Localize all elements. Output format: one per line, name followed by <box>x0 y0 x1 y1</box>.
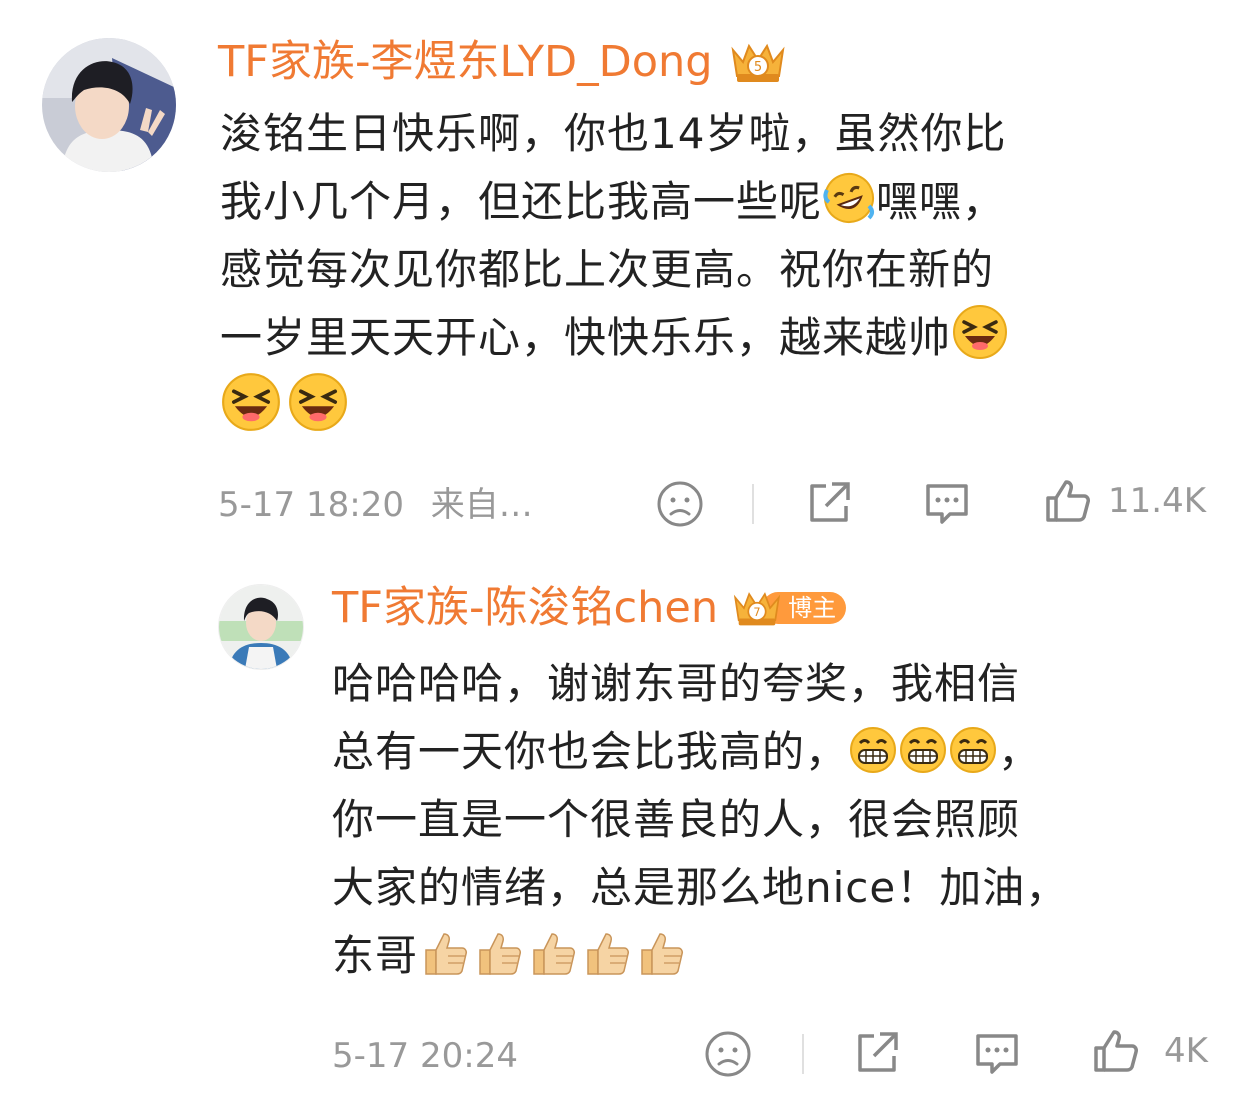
commenter-name[interactable]: TF家族-李煜东LYD_Dong 5 <box>218 36 789 88</box>
action-separator <box>802 1034 804 1074</box>
svg-text:7: 7 <box>754 605 761 619</box>
reply-meta: 5-17 20:24 <box>332 1036 518 1076</box>
comment-icon <box>926 484 968 524</box>
comment-line-3: 感觉每次见你都比上次更高。祝你在新的 <box>220 245 995 294</box>
reply-line-4: 大家的情绪，总是那么地nice！加油， <box>332 863 1069 912</box>
share-icon <box>810 482 850 522</box>
rofl-emoji-icon <box>823 172 875 244</box>
laughing-emoji-icon <box>288 372 348 452</box>
reply-like-button[interactable]: 4K <box>1090 1026 1208 1076</box>
comment-line-2: 我小几个月，但还比我高一些呢 嘿嘿， <box>220 168 1200 236</box>
reply-line-2: 总有一天你也会比我高的， ， <box>332 718 1232 786</box>
reply-line-2-tail: ， <box>998 727 1042 776</box>
reply-line-3: 你一直是一个很善良的人，很会照顾 <box>332 795 1021 844</box>
like-count: 11.4K <box>1108 481 1206 521</box>
reply-like-count: 4K <box>1164 1031 1208 1071</box>
reply-share-button[interactable] <box>852 1028 902 1078</box>
like-icon <box>1094 1030 1138 1072</box>
reply-line-2-text: 总有一天你也会比我高的， <box>332 727 849 776</box>
crown-badge-icon: 7 博主 <box>730 585 847 631</box>
comment-line-5 <box>220 372 1200 440</box>
comment-line-2-tail: 嘿嘿， <box>876 177 1006 226</box>
reply-line-5: 东哥 <box>332 922 1232 990</box>
comment-line-1: 浚铭生日快乐啊，你也14岁啦，虽然你比 <box>220 109 1007 158</box>
replier-avatar[interactable] <box>218 584 304 670</box>
comment-icon <box>976 1034 1018 1074</box>
thumbs-up-emoji-row <box>422 928 692 998</box>
grinning-emoji-icon <box>949 726 997 794</box>
reply-comment-button[interactable] <box>972 1030 1022 1078</box>
comment-line-2-text: 我小几个月，但还比我高一些呢 <box>220 177 823 226</box>
grinning-emoji-icon <box>849 726 897 794</box>
share-button[interactable] <box>804 478 854 528</box>
replier-name[interactable]: TF家族-陈浚铭chen 7 博主 <box>332 582 847 634</box>
comment-button[interactable] <box>922 480 972 528</box>
svg-text:5: 5 <box>753 60 761 75</box>
reply-timestamp: 5-17 20:24 <box>332 1036 518 1076</box>
crown-badge-icon: 5 <box>727 36 789 88</box>
reply-line-5-text: 东哥 <box>332 931 419 980</box>
comment-line-4: 一岁里天天开心，快快乐乐，越来越帅 <box>220 304 1200 372</box>
reply-line-1: 哈哈哈哈，谢谢东哥的夸奖，我相信 <box>332 659 1021 708</box>
reply-dislike-button[interactable] <box>704 1030 752 1078</box>
comment-timestamp: 5-17 18:20 <box>218 485 404 525</box>
dislike-icon <box>705 1031 751 1077</box>
like-icon <box>1046 480 1090 522</box>
comment-line-4-text: 一岁里天天开心，快快乐乐，越来越帅 <box>220 313 952 362</box>
thumbs-up-emoji-icon <box>425 933 684 975</box>
laughing-emoji-icon <box>221 372 281 452</box>
dislike-button[interactable] <box>656 480 704 528</box>
share-icon <box>858 1032 898 1072</box>
comment-meta: 5-17 18:20 来自… <box>218 485 533 525</box>
replier-name-text[interactable]: TF家族-陈浚铭chen <box>332 582 718 634</box>
laughing-emoji-icon <box>952 304 1008 380</box>
commenter-avatar[interactable] <box>42 38 176 172</box>
grinning-emoji-icon <box>899 726 947 794</box>
commenter-name-text[interactable]: TF家族-李煜东LYD_Dong <box>218 36 713 88</box>
like-button[interactable]: 11.4K <box>1042 476 1206 526</box>
comment-source[interactable]: 来自… <box>431 485 533 525</box>
reply-body: 哈哈哈哈，谢谢东哥的夸奖，我相信 总有一天你也会比我高的， ， 你一直是一个很善良… <box>332 650 1232 990</box>
comment-body: 浚铭生日快乐啊，你也14岁啦，虽然你比 我小几个月，但还比我高一些呢 嘿嘿， 感觉… <box>220 100 1200 440</box>
action-separator <box>752 484 754 524</box>
dislike-icon <box>657 481 703 527</box>
